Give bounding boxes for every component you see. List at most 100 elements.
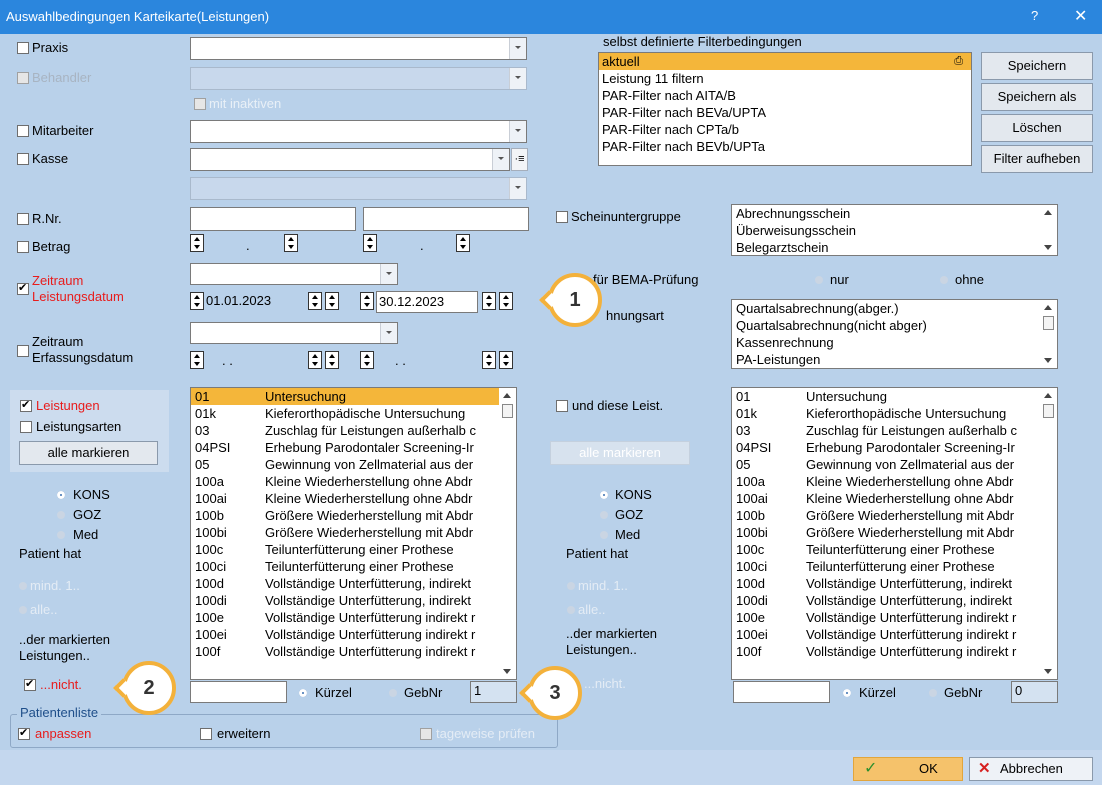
filters-list[interactable]: aktuell ⎙ Leistung 11 filtern PAR-Filter … <box>598 52 972 166</box>
date-to-spin2-icon[interactable] <box>482 292 496 310</box>
leistungen-checkbox[interactable] <box>20 398 32 412</box>
schein-item[interactable]: Abrechnungsschein <box>732 205 1057 222</box>
kasse-sub-select[interactable] <box>190 177 527 200</box>
kuerzel-right-radio[interactable] <box>843 689 851 697</box>
gebnr-right-radio[interactable] <box>929 689 937 697</box>
mit-inaktiven-checkbox[interactable] <box>194 98 206 110</box>
filter-item[interactable]: Leistung 11 filtern <box>599 70 971 87</box>
leistung-row[interactable]: 100b Größere Wiederherstellung mit Abdr <box>732 507 1057 524</box>
leistungen-right-list[interactable]: 01 Untersuchung 01k Kieferorthopädische Unt… <box>731 387 1058 680</box>
erweitern-checkbox[interactable] <box>200 728 212 740</box>
zeitraum-leistung-checkbox[interactable] <box>17 281 29 295</box>
betrag-from-spin-icon[interactable] <box>190 234 204 252</box>
date-from-value[interactable]: 01.01.2023 <box>206 293 271 308</box>
filter-item[interactable]: PAR-Filter nach BEVb/UPTa <box>599 138 971 155</box>
ohne-radio[interactable] <box>940 276 948 284</box>
leistung-row[interactable]: 04PSI Erhebung Parodontaler Screening-Ir <box>191 439 516 456</box>
leistung-row[interactable]: 100c Teilunterfütterung einer Prothese <box>732 541 1057 558</box>
erf-to-spin3-icon[interactable] <box>499 351 513 369</box>
leistung-row[interactable]: 05 Gewinnung von Zellmaterial aus der <box>191 456 516 473</box>
abbrechen-button[interactable]: ✕ Abbrechen <box>969 757 1093 781</box>
erf-from-spin2-icon[interactable] <box>308 351 322 369</box>
leistung-row[interactable]: 100bi Größere Wiederherstellung mit Abdr <box>732 524 1057 541</box>
date-from-spin-icon[interactable] <box>190 292 204 310</box>
leistung-row[interactable]: 01k Kieferorthopädische Untersuchung <box>732 405 1057 422</box>
filter-item[interactable]: aktuell ⎙ <box>599 53 971 70</box>
zeitraum-leistung-select[interactable] <box>190 263 398 285</box>
date-to-input[interactable]: 30.12.2023 <box>376 291 478 313</box>
schein-item[interactable]: Überweisungsschein <box>732 222 1057 239</box>
filter-item[interactable]: PAR-Filter nach AITA/B <box>599 87 971 104</box>
leistungsarten-checkbox[interactable] <box>20 421 32 433</box>
leistung-row[interactable]: 100e Vollständige Unterfütterung indirekt… <box>191 609 516 626</box>
art-item[interactable]: Quartalsabrechnung(abger.) <box>732 300 1057 317</box>
leistung-row[interactable]: 100di Vollständige Unterfütterung, indire… <box>191 592 516 609</box>
behandler-select[interactable] <box>190 67 527 90</box>
anpassen-checkbox[interactable] <box>18 726 30 740</box>
leistung-row[interactable]: 100bi Größere Wiederherstellung mit Abdr <box>191 524 516 541</box>
leistung-row[interactable]: 100c Teilunterfütterung einer Prothese <box>191 541 516 558</box>
kuerzel-right-input[interactable] <box>733 681 830 703</box>
alle-markieren-button[interactable]: alle markieren <box>19 441 158 465</box>
art-item[interactable]: Kassenrechnung <box>732 334 1057 351</box>
leistung-row[interactable]: 100a Kleine Wiederherstellung ohne Abdr <box>191 473 516 490</box>
loeschen-button[interactable]: Löschen <box>981 114 1093 142</box>
alle-radio[interactable] <box>19 606 27 614</box>
goz-radio[interactable] <box>57 511 65 519</box>
speichern-als-button[interactable]: Speichern als <box>981 83 1093 111</box>
scrollbar[interactable] <box>1040 388 1057 679</box>
behandler-checkbox[interactable] <box>17 72 29 84</box>
art-item[interactable]: PA-Leistungen <box>732 351 1057 368</box>
scrollbar[interactable] <box>1040 205 1057 255</box>
scrollbar[interactable] <box>499 388 516 679</box>
mitarbeiter-checkbox[interactable] <box>17 125 29 137</box>
date-to-spin-icon[interactable] <box>360 292 374 310</box>
date-to-spin3-icon[interactable] <box>499 292 513 310</box>
filter-item[interactable]: PAR-Filter nach CPTa/b <box>599 121 971 138</box>
zeitraum-erfassung-checkbox[interactable] <box>17 345 29 357</box>
praxis-checkbox[interactable] <box>17 42 29 54</box>
leistung-row[interactable]: 100ei Vollständige Unterfütterung indirek… <box>191 626 516 643</box>
leistung-row[interactable]: 01 Untersuchung <box>191 388 516 405</box>
schein-item[interactable]: Belegarztschein <box>732 239 1057 255</box>
art-item[interactable]: Quartalsabrechnung(nicht abger) <box>732 317 1057 334</box>
nur-radio[interactable] <box>815 276 823 284</box>
leistung-row[interactable]: 04PSI Erhebung Parodontaler Screening-Ir <box>732 439 1057 456</box>
abrechnungsart-list[interactable]: Quartalsabrechnung(abger.) Quartalsabrec… <box>731 299 1058 369</box>
leistung-row[interactable]: 100d Vollständige Unterfütterung, indirek… <box>191 575 516 592</box>
leistung-row[interactable]: 100f Vollständige Unterfütterung indirekt… <box>732 643 1057 660</box>
date-from-spin3-icon[interactable] <box>325 292 339 310</box>
kons-right-radio[interactable] <box>600 491 608 499</box>
mind-radio[interactable] <box>19 582 27 590</box>
leistung-row[interactable]: 100a Kleine Wiederherstellung ohne Abdr <box>732 473 1057 490</box>
med-radio[interactable] <box>57 531 65 539</box>
kasse-checkbox[interactable] <box>17 153 29 165</box>
filter-item[interactable]: PAR-Filter nach BEVa/UPTA <box>599 104 971 121</box>
leistung-row[interactable]: 100e Vollständige Unterfütterung indirekt… <box>732 609 1057 626</box>
leistung-row[interactable]: 100ai Kleine Wiederherstellung ohne Abdr <box>191 490 516 507</box>
kuerzel-input[interactable] <box>190 681 287 703</box>
zeitraum-erfassung-select[interactable] <box>190 322 398 344</box>
erf-to-spin-icon[interactable] <box>360 351 374 369</box>
scrollbar[interactable] <box>1040 300 1057 368</box>
goz-right-radio[interactable] <box>600 511 608 519</box>
speichern-button[interactable]: Speichern <box>981 52 1093 80</box>
scheinuntergruppe-checkbox[interactable] <box>556 211 568 223</box>
leistung-row[interactable]: 100ci Teilunterfütterung einer Prothese <box>191 558 516 575</box>
alle-markieren-right-button[interactable]: alle markieren <box>550 441 690 465</box>
rnr-to-input[interactable] <box>363 207 529 231</box>
leistungen-list[interactable]: 01 Untersuchung 01k Kieferorthopädische Unt… <box>190 387 517 680</box>
kuerzel-radio[interactable] <box>299 689 307 697</box>
gebnr-radio[interactable] <box>389 689 397 697</box>
leistung-row[interactable]: 100d Vollständige Unterfütterung, indirek… <box>732 575 1057 592</box>
erf-from-spin3-icon[interactable] <box>325 351 339 369</box>
close-icon[interactable]: ✕ <box>1074 6 1087 26</box>
alle-right-radio[interactable] <box>567 606 575 614</box>
filter-aufheben-button[interactable]: Filter aufheben <box>981 145 1093 173</box>
tageweise-checkbox[interactable] <box>420 728 432 740</box>
med-right-radio[interactable] <box>600 531 608 539</box>
betrag-checkbox[interactable] <box>17 241 29 253</box>
kasse-select[interactable] <box>190 148 510 171</box>
erf-from-spin-icon[interactable] <box>190 351 204 369</box>
scheinuntergruppe-list[interactable]: Abrechnungsschein Überweisungsschein Bel… <box>731 204 1058 256</box>
